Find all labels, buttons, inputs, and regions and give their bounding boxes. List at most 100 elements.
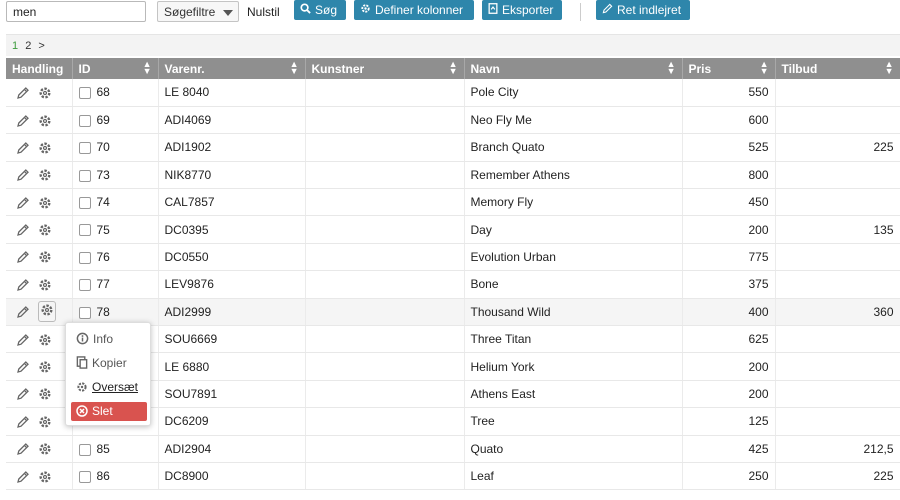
gear-icon[interactable] [38, 278, 52, 292]
gear-icon[interactable] [38, 223, 52, 237]
gear-icon[interactable] [38, 415, 52, 429]
table-row[interactable]: 75 DC0395 Day 200 135 [6, 215, 900, 244]
table-row[interactable]: 86 DC8900 Leaf 250 225 [6, 462, 900, 491]
page-2-link[interactable]: 2 [25, 40, 31, 52]
search-filter-select[interactable]: Søgefiltre [157, 1, 239, 22]
row-checkbox[interactable] [78, 306, 91, 319]
search-input[interactable] [6, 1, 146, 22]
gear-icon [77, 382, 87, 392]
search-button-label: Søg [315, 3, 338, 17]
define-columns-button[interactable]: Definer kolonner [354, 0, 474, 20]
table-row[interactable]: 74 CAL7857 Memory Fly 450 [6, 188, 900, 217]
col-id[interactable]: ID ▲ ▼ [72, 58, 159, 79]
row-actions [6, 435, 73, 463]
pencil-icon[interactable] [16, 470, 30, 484]
row-checkbox[interactable] [78, 443, 91, 456]
gear-icon[interactable] [38, 333, 52, 347]
cell-id: 76 [72, 243, 159, 272]
gear-icon[interactable] [38, 250, 52, 264]
col-pris[interactable]: Pris ▲ ▼ [682, 58, 776, 79]
cell-kunstner [305, 243, 465, 272]
table-row[interactable]: 69 ADI4069 Neo Fly Me 600 [6, 106, 900, 135]
cell-kunstner [305, 133, 465, 162]
inline-edit-button[interactable]: Ret indlejret [596, 0, 690, 20]
cell-tilbud [775, 79, 900, 107]
gear-icon[interactable] [38, 442, 52, 456]
gear-icon[interactable] [38, 470, 52, 484]
page-1-link[interactable]: 1 [12, 40, 18, 52]
gear-icon[interactable] [38, 360, 52, 374]
pencil-icon[interactable] [16, 305, 30, 319]
pencil-icon[interactable] [16, 387, 30, 401]
pencil-icon[interactable] [16, 360, 30, 374]
gear-icon[interactable] [38, 196, 52, 210]
row-actions [6, 188, 73, 217]
cell-tilbud: 225 [775, 462, 900, 491]
cell-varenr: LEV9876 [158, 270, 306, 299]
pencil-icon[interactable] [16, 415, 30, 429]
next-page-link[interactable]: > [38, 40, 44, 52]
pencil-icon[interactable] [16, 250, 30, 264]
table-row[interactable]: 73 NIK8770 Remember Athens 800 [6, 161, 900, 190]
cell-kunstner [305, 298, 465, 327]
export-button[interactable]: Eksporter [482, 0, 562, 20]
reset-link[interactable]: Nulstil [247, 5, 280, 19]
close-circle-icon [76, 405, 88, 417]
pencil-icon[interactable] [16, 86, 30, 100]
gear-icon[interactable] [38, 168, 52, 182]
cell-id: 77 [72, 270, 159, 299]
menu-item-translate[interactable]: Oversæt [71, 378, 147, 397]
table-row[interactable]: 76 DC0550 Evolution Urban 775 [6, 243, 900, 272]
row-checkbox[interactable] [78, 279, 91, 292]
cell-tilbud: 135 [775, 215, 900, 244]
row-checkbox[interactable] [78, 224, 91, 237]
gear-icon[interactable] [38, 86, 52, 100]
search-button[interactable]: Søg [294, 0, 346, 20]
cell-kunstner [305, 270, 465, 299]
menu-item-info[interactable]: Info [71, 330, 147, 349]
cell-varenr: ADI2904 [158, 435, 306, 463]
menu-item-copy[interactable]: Kopier [71, 354, 147, 373]
cell-kunstner [305, 161, 465, 190]
search-icon [300, 3, 311, 17]
pencil-icon[interactable] [16, 141, 30, 155]
cell-pris: 550 [682, 79, 776, 107]
pencil-icon[interactable] [16, 333, 30, 347]
row-checkbox[interactable] [78, 169, 91, 182]
col-kunstner[interactable]: Kunstner ▲ ▼ [305, 58, 465, 79]
pencil-icon[interactable] [16, 278, 30, 292]
cell-varenr: DC0395 [158, 215, 306, 244]
pencil-icon[interactable] [16, 442, 30, 456]
row-context-menu: Info Kopier Oversæt Slet [65, 322, 151, 426]
gear-icon[interactable] [38, 114, 52, 128]
col-navn[interactable]: Navn ▲ ▼ [464, 58, 683, 79]
row-checkbox[interactable] [78, 470, 91, 483]
pencil-icon[interactable] [16, 114, 30, 128]
cell-pris: 200 [682, 380, 776, 409]
pencil-icon[interactable] [16, 196, 30, 210]
row-checkbox[interactable] [78, 251, 91, 264]
gear-icon[interactable] [38, 301, 56, 323]
col-tilbud[interactable]: Tilbud ▲ ▼ [775, 58, 900, 79]
row-checkbox[interactable] [78, 87, 91, 100]
gear-icon[interactable] [38, 141, 52, 155]
pencil-icon[interactable] [16, 168, 30, 182]
row-actions [6, 106, 73, 135]
table-row[interactable]: 70 ADI1902 Branch Quato 525 225 [6, 133, 900, 162]
col-handling: Handling [6, 58, 73, 79]
col-varenr[interactable]: Varenr. ▲ ▼ [158, 58, 306, 79]
gear-icon[interactable] [38, 387, 52, 401]
cell-pris: 200 [682, 215, 776, 244]
table-row[interactable]: 85 ADI2904 Quato 425 212,5 [6, 435, 900, 463]
row-checkbox[interactable] [78, 197, 91, 210]
pencil-icon[interactable] [16, 223, 30, 237]
cell-pris: 450 [682, 188, 776, 217]
row-actions [6, 325, 73, 354]
menu-translate-label: Oversæt [92, 380, 139, 394]
menu-item-delete[interactable]: Slet [71, 402, 147, 421]
table-row[interactable]: 77 LEV9876 Bone 375 [6, 270, 900, 299]
row-checkbox[interactable] [78, 142, 91, 155]
cell-navn: Leaf [464, 462, 683, 491]
table-row[interactable]: 68 LE 8040 Pole City 550 [6, 79, 900, 107]
row-checkbox[interactable] [78, 114, 91, 127]
